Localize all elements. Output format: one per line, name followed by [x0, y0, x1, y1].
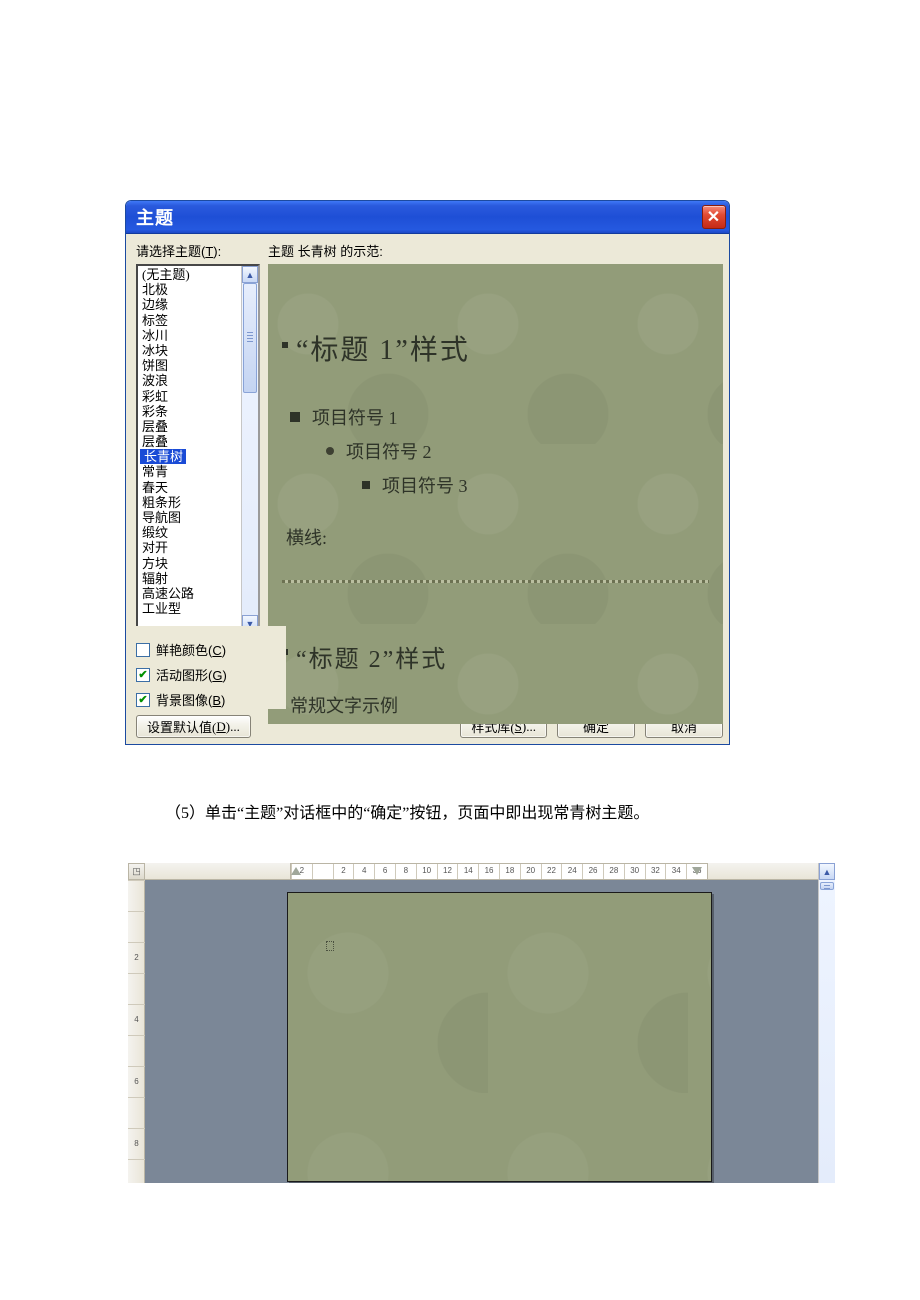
- theme-list-item[interactable]: 辐射: [138, 571, 241, 586]
- checkbox-label: 背景图像(B): [156, 690, 225, 709]
- preview-bullet-2: 项目符号 2: [346, 438, 432, 464]
- ruler-tick: 22: [541, 864, 562, 879]
- theme-list-item[interactable]: 边缘: [138, 297, 241, 312]
- ruler-tick: 18: [499, 864, 520, 879]
- theme-list-item[interactable]: 常青: [138, 464, 241, 479]
- checkbox-icon[interactable]: [136, 643, 150, 657]
- checkbox-b[interactable]: 背景图像(B): [136, 690, 286, 709]
- listbox-scrollbar[interactable]: ▲ ▼: [241, 266, 258, 632]
- ruler-tick: 10: [416, 864, 437, 879]
- round-bullet-icon: [326, 447, 334, 455]
- ruler-tick: 20: [520, 864, 541, 879]
- theme-list-item[interactable]: 工业型: [138, 601, 241, 616]
- scroll-thumb[interactable]: [243, 283, 257, 393]
- ruler-tick: 14: [457, 864, 478, 879]
- checkbox-c[interactable]: 鲜艳颜色(C): [136, 640, 286, 659]
- scroll-up-icon[interactable]: ▲: [819, 863, 835, 880]
- theme-list-item[interactable]: 层叠: [138, 419, 241, 434]
- ruler-tick: 32: [645, 864, 666, 879]
- checkbox-icon[interactable]: [136, 668, 150, 682]
- ruler-tick: [312, 864, 333, 879]
- theme-list-item[interactable]: (无主题): [138, 267, 241, 282]
- preview-heading2: “标题 2”样式: [296, 639, 447, 674]
- theme-list-item[interactable]: 北极: [138, 282, 241, 297]
- preview-label: 主题 长青树 的示范:: [268, 241, 723, 260]
- theme-list-item[interactable]: 冰块: [138, 343, 241, 358]
- theme-dialog: 主题 ✕ 请选择主题(T): (无主题)北极边缘标签冰川冰块饼图波浪彩虹彩条层叠…: [125, 200, 730, 745]
- text-cursor-icon: [326, 941, 334, 951]
- indent-marker-icon[interactable]: [291, 867, 301, 875]
- scroll-thumb[interactable]: [820, 882, 834, 890]
- theme-list-item[interactable]: 对开: [138, 540, 241, 555]
- ruler-tick: [128, 973, 145, 1004]
- theme-list-item[interactable]: 粗条形: [138, 495, 241, 510]
- checkbox-icon[interactable]: [136, 693, 150, 707]
- theme-preview: “标题 1”样式 项目符号 1 项目符号 2 项目符号 3 横线: “标题 2: [268, 264, 723, 724]
- ruler-tick: 8: [395, 864, 416, 879]
- theme-list-item[interactable]: 导航图: [138, 510, 241, 525]
- checkbox-g[interactable]: 活动图形(G): [136, 665, 286, 684]
- theme-list-item[interactable]: 层叠: [138, 434, 241, 449]
- ruler-tick: [128, 1159, 145, 1183]
- ruler-tick: 6: [128, 1066, 145, 1097]
- preview-rule-label: 横线:: [286, 524, 709, 550]
- checkbox-label: 鲜艳颜色(C): [156, 640, 226, 659]
- vertical-scrollbar[interactable]: ▲: [818, 863, 835, 1183]
- preview-regular-text: 常规文字示例: [290, 692, 709, 718]
- theme-list-item[interactable]: 冰川: [138, 328, 241, 343]
- right-indent-marker-icon[interactable]: [692, 867, 702, 875]
- ruler-tick: [128, 911, 145, 942]
- preview-bullet-3: 项目符号 3: [382, 472, 468, 498]
- ruler-tick: [128, 880, 145, 911]
- ruler-tick: 2: [128, 942, 145, 973]
- ruler-tick: 26: [582, 864, 603, 879]
- theme-list-item[interactable]: 彩条: [138, 404, 241, 419]
- ruler-tick: 6: [374, 864, 395, 879]
- preview-bullet-1: 项目符号 1: [312, 404, 398, 430]
- select-theme-label: 请选择主题(T):: [136, 241, 260, 260]
- dialog-titlebar[interactable]: 主题 ✕: [126, 201, 729, 234]
- theme-list-item[interactable]: 标签: [138, 313, 241, 328]
- instruction-step-5: （5）单击“主题”对话框中的“确定”按钮，页面中即出现常青树主题。: [165, 799, 920, 823]
- theme-list-item[interactable]: 缎纹: [138, 525, 241, 540]
- dialog-title: 主题: [136, 204, 702, 230]
- bullet-icon: [282, 342, 288, 348]
- scroll-up-icon[interactable]: ▲: [242, 266, 258, 283]
- ruler-tick: 8: [128, 1128, 145, 1159]
- word-editing-view: ◳ 224681012141618202224262830323436 2468…: [128, 863, 835, 1183]
- theme-listbox[interactable]: (无主题)北极边缘标签冰川冰块饼图波浪彩虹彩条层叠层叠长青树常青春天粗条形导航图…: [136, 264, 260, 634]
- vertical-ruler[interactable]: 246810121416: [128, 880, 145, 1183]
- theme-list-item[interactable]: 春天: [138, 480, 241, 495]
- ruler-tick: 12: [437, 864, 458, 879]
- theme-list-item[interactable]: 彩虹: [138, 389, 241, 404]
- close-icon[interactable]: ✕: [702, 205, 726, 229]
- theme-list-item[interactable]: 长青树: [140, 449, 186, 464]
- theme-list-item[interactable]: 波浪: [138, 373, 241, 388]
- ruler-corner-icon[interactable]: ◳: [128, 863, 145, 880]
- ruler-tick: 24: [561, 864, 582, 879]
- ruler-tick: 28: [603, 864, 624, 879]
- ruler-tick: [128, 1035, 145, 1066]
- theme-list-item[interactable]: 方块: [138, 556, 241, 571]
- horizontal-ruler[interactable]: 224681012141618202224262830323436: [145, 863, 818, 880]
- square-bullet-icon: [290, 412, 300, 422]
- checkbox-label: 活动图形(G): [156, 665, 227, 684]
- preview-horizontal-rule: [282, 580, 709, 583]
- ruler-tick: 4: [353, 864, 374, 879]
- ruler-tick: 4: [128, 1004, 145, 1035]
- ruler-tick: 34: [665, 864, 686, 879]
- small-square-bullet-icon: [362, 481, 370, 489]
- theme-list-item[interactable]: 高速公路: [138, 586, 241, 601]
- document-page[interactable]: [287, 892, 712, 1182]
- preview-heading1: “标题 1”样式: [296, 328, 470, 368]
- ruler-tick: 30: [624, 864, 645, 879]
- theme-list-item[interactable]: 饼图: [138, 358, 241, 373]
- ruler-tick: 16: [478, 864, 499, 879]
- ruler-tick: [128, 1097, 145, 1128]
- set-default-button[interactable]: 设置默认值(D)...: [136, 715, 251, 738]
- ruler-tick: 2: [333, 864, 354, 879]
